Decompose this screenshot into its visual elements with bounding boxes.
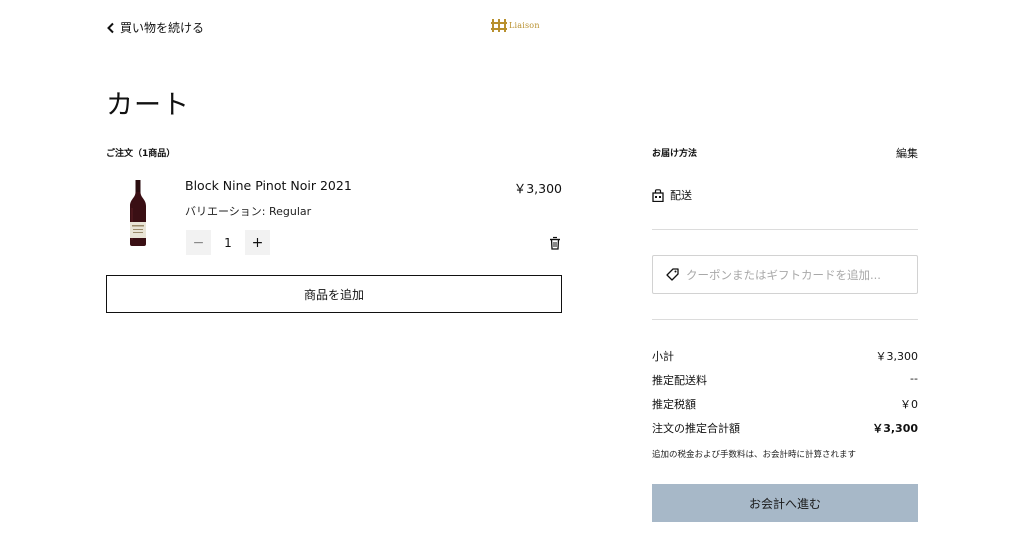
coupon-field[interactable] [652,255,918,294]
checkout-button[interactable]: お会計へ進む [652,484,918,522]
summary-row-tax: 推定税額 ￥0 [652,396,918,412]
castle-logo-icon [491,19,507,32]
summary-value: -- [910,372,918,385]
store-bag-icon [652,188,664,202]
product-price: ￥3,300 [513,181,562,196]
summary-row-subtotal: 小計 ￥3,300 [652,348,918,364]
quantity-value: 1 [224,235,232,250]
add-product-button[interactable]: 商品を追加 [106,275,562,313]
continue-shopping-link[interactable]: 買い物を続ける [106,19,204,36]
summary-row-shipping: 推定配送料 -- [652,372,918,388]
quantity-decrease-button[interactable]: − [186,230,211,255]
divider [652,319,918,320]
tag-icon [666,268,679,281]
quantity-increase-button[interactable]: + [245,230,270,255]
logo-text: Liaison [509,21,540,30]
summary-label: 注文の推定合計額 [652,422,740,435]
chevron-left-icon [107,22,114,33]
summary-label: 推定配送料 [652,374,707,387]
continue-shopping-label: 買い物を続ける [120,21,205,35]
wine-bottle-image [130,180,146,246]
tax-note: 追加の税金および手数料は、お会計時に計算されます [652,450,857,460]
summary-value: ￥3,300 [875,350,919,363]
store-logo[interactable]: Liaison [491,19,540,32]
summary-value: ￥0 [900,398,918,411]
delivery-heading: お届け方法 [652,149,698,159]
order-heading: ご注文（1商品） [106,149,176,159]
summary-total-value: ￥3,300 [872,422,918,435]
summary-label: 小計 [652,350,674,363]
page-title: カート [106,90,190,121]
divider [652,229,918,230]
product-variant: バリエーション: Regular [185,205,312,218]
delivery-method: 配送 [652,187,692,203]
edit-delivery-link[interactable]: 編集 [870,145,918,161]
product-name[interactable]: Block Nine Pinot Noir 2021 [185,178,352,193]
trash-icon[interactable] [549,236,561,250]
summary-row-total: 注文の推定合計額 ￥3,300 [652,420,918,436]
delivery-method-label: 配送 [670,189,692,202]
coupon-input[interactable] [686,267,911,282]
summary-label: 推定税額 [652,398,696,411]
